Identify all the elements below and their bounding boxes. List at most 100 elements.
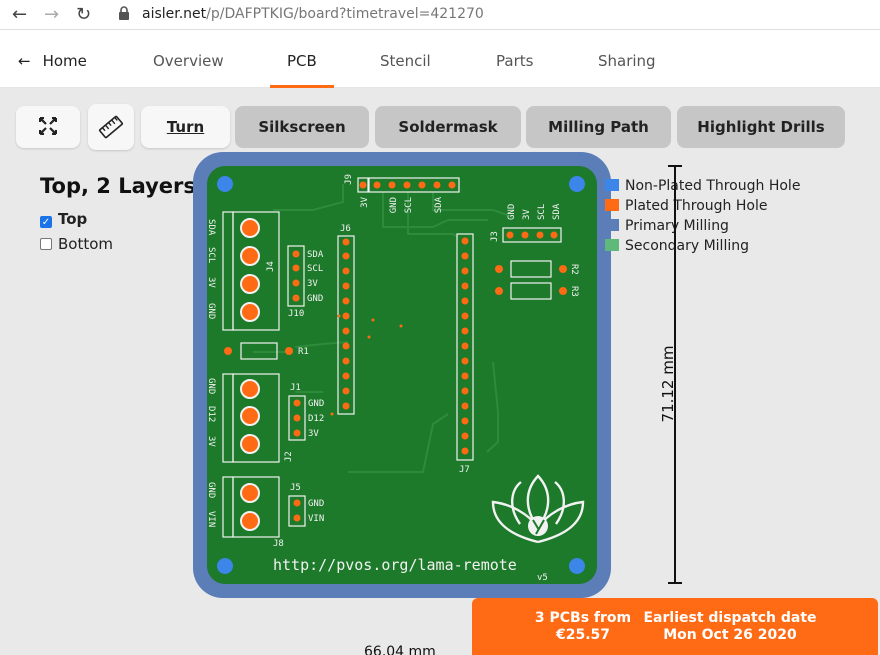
height-dimension-label: 71.12 mm [659, 345, 677, 423]
ruler-icon [98, 115, 124, 139]
silk-j4-pin: SCL [206, 247, 216, 263]
fullscreen-button[interactable] [16, 106, 80, 148]
legend-swatch [605, 219, 619, 231]
width-dimension-label: 66.04 mm [364, 644, 436, 655]
dispatch-block: Earliest dispatch date Mon Oct 26 2020 [640, 610, 820, 644]
silk-j3-pin: SDA [552, 203, 562, 220]
silk-j10-pin: 3V [307, 279, 318, 289]
silk-j9-pin: 3V [360, 196, 370, 207]
pcb-count-label: 3 PCBs from [534, 610, 632, 626]
dispatch-label: Earliest dispatch date [643, 610, 817, 626]
soldermask-button[interactable]: Soldermask [375, 106, 521, 148]
silk-j4-pin: GND [206, 303, 216, 319]
pcb-board-render[interactable]: J9 3V GND SCL SDA J3 GND 3V SCL SDA J6 J… [193, 152, 611, 598]
silk-j8-pin: VIN [206, 511, 216, 527]
legend-label: Non-Plated Through Hole [625, 178, 801, 194]
url-domain: aisler.net [142, 6, 207, 22]
pcb-viewer: Turn Silkscreen Soldermask Milling Path … [0, 88, 880, 655]
silk-j2-pin: D12 [206, 406, 216, 422]
silk-j5-pin: VIN [308, 514, 324, 524]
silk-j3-pin: 3V [522, 209, 532, 220]
top-label: Top [58, 210, 88, 228]
forward-arrow-icon[interactable]: → [44, 4, 59, 25]
browser-address-bar: ← → ↻ aisler.net/p/DAFPTKIG/board?timetr… [0, 0, 880, 30]
silk-j4: J4 [266, 261, 276, 272]
fullscreen-icon [38, 116, 58, 136]
silk-j10: J10 [288, 309, 304, 319]
silk-j9-pin: SDA [434, 196, 444, 213]
legend-swatch [605, 199, 619, 211]
silk-j1-pin: GND [308, 399, 324, 409]
silk-version: v5 [537, 573, 548, 583]
bottom-label: Bottom [58, 235, 114, 253]
silk-j8-pin: GND [206, 482, 216, 498]
measure-button[interactable] [88, 104, 134, 150]
tab-stencil[interactable]: Stencil [380, 52, 431, 70]
milling-path-label: Milling Path [548, 118, 649, 136]
bottom-checkbox[interactable] [40, 238, 52, 250]
silk-j5-pin: GND [308, 499, 324, 509]
silk-j9-pin: SCL [404, 197, 414, 213]
home-label: Home [42, 52, 87, 70]
mounting-hole [569, 558, 585, 574]
top-checkbox[interactable]: ✓ [40, 216, 52, 228]
silk-j9-pin: GND [389, 197, 399, 213]
dispatch-date: Mon Oct 26 2020 [663, 627, 797, 643]
soldermask-label: Soldermask [398, 118, 498, 136]
silkscreen-button[interactable]: Silkscreen [235, 106, 369, 148]
legend-label: Plated Through Hole [625, 198, 768, 214]
highlight-drills-label: Highlight Drills [697, 118, 825, 136]
price-value: €25.57 [555, 627, 611, 643]
silk-url: http://pvos.org/lama-remote [273, 556, 517, 574]
legend-item: Non-Plated Through Hole [605, 178, 800, 194]
silk-j1: J1 [290, 383, 301, 393]
silk-j4-pin: 3V [206, 277, 216, 288]
layer-top-option[interactable]: ✓ Top [40, 210, 87, 228]
silk-j10-pin: SDA [307, 250, 324, 260]
legend-label: Secondary Milling [625, 238, 749, 254]
silk-j6: J6 [340, 224, 351, 234]
home-link[interactable]: ← Home [18, 52, 87, 70]
project-tab-bar: ← Home Overview PCB Stencil Parts Sharing [0, 30, 880, 88]
silkscreen-label: Silkscreen [258, 118, 346, 136]
price-block: 3 PCBs from €25.57 [530, 610, 636, 644]
silk-r1: R1 [298, 347, 309, 357]
turn-button[interactable]: Turn [141, 106, 230, 148]
silk-j3-pin: SCL [537, 204, 547, 220]
silk-j4-pin: SDA [206, 219, 216, 236]
reload-icon[interactable]: ↻ [76, 4, 91, 25]
url-text[interactable]: aisler.net/p/DAFPTKIG/board?timetravel=4… [142, 6, 484, 22]
url-path: /p/DAFPTKIG/board?timetravel=421270 [206, 6, 484, 22]
legend-swatch [605, 239, 619, 251]
silk-j2-pin: GND [206, 378, 216, 394]
turn-label: Turn [166, 118, 205, 136]
milling-path-button[interactable]: Milling Path [526, 106, 671, 148]
silk-j3-pin: GND [507, 204, 517, 220]
back-arrow-icon[interactable]: ← [12, 4, 27, 25]
order-panel[interactable]: 3 PCBs from €25.57 Earliest dispatch dat… [472, 598, 878, 655]
silk-j2-pin: 3V [206, 436, 216, 447]
silk-r2: R2 [569, 264, 579, 275]
lock-icon [119, 6, 129, 20]
layer-title: Top, 2 Layers [40, 174, 196, 198]
silk-j5: J5 [290, 483, 301, 493]
silk-j3: J3 [490, 231, 500, 242]
silk-j7: J7 [459, 465, 470, 475]
legend-swatch [605, 179, 619, 191]
tab-parts[interactable]: Parts [496, 52, 533, 70]
legend-item: Primary Milling [605, 218, 729, 234]
silk-j10-pin: SCL [307, 264, 323, 274]
legend-label: Primary Milling [625, 218, 729, 234]
silk-j1-pin: 3V [308, 429, 319, 439]
mounting-hole [217, 558, 233, 574]
tab-overview[interactable]: Overview [153, 52, 224, 70]
silk-j2: J2 [284, 451, 294, 462]
left-arrow-icon: ← [18, 52, 31, 70]
tab-sharing[interactable]: Sharing [598, 52, 656, 70]
highlight-drills-button[interactable]: Highlight Drills [677, 106, 845, 148]
legend-item: Plated Through Hole [605, 198, 767, 214]
tab-pcb[interactable]: PCB [287, 52, 317, 70]
mounting-hole [217, 176, 233, 192]
layer-bottom-option[interactable]: Bottom [40, 235, 113, 253]
dimension-cap [668, 582, 682, 584]
